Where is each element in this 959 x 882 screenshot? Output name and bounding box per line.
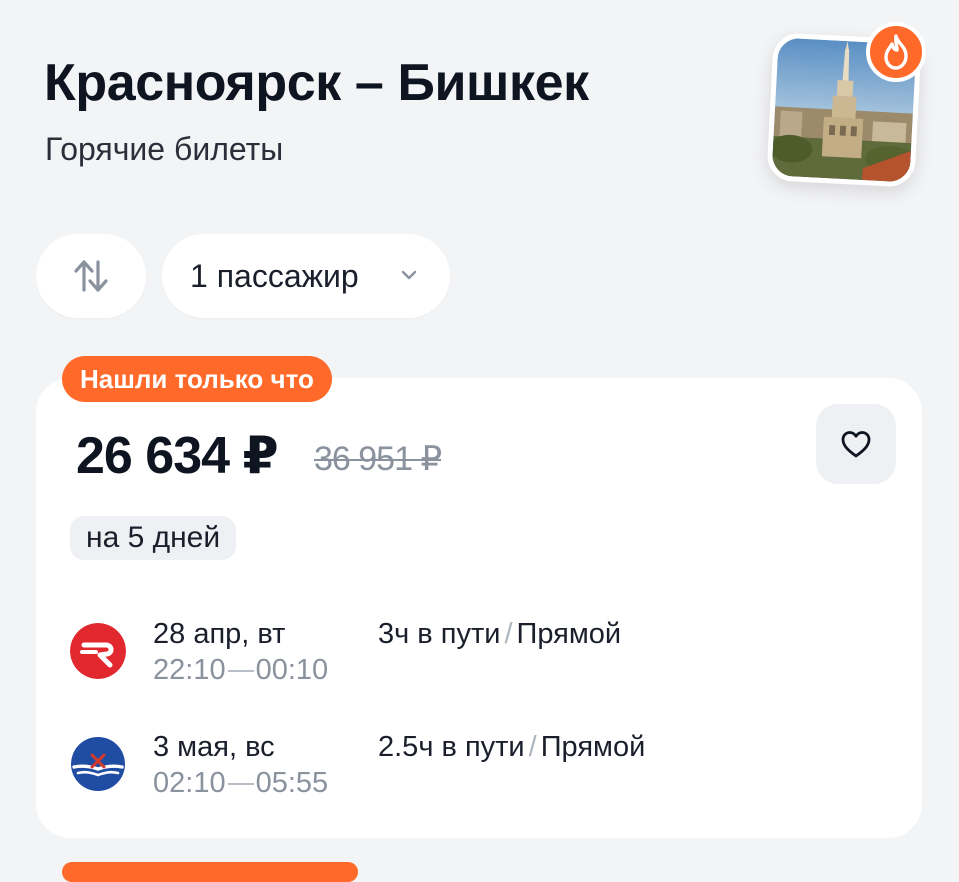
segment-date: 3 мая, вс (153, 731, 275, 763)
page-title: Красноярск – Бишкек (44, 54, 589, 112)
travel-time: 2.5ч в пути (378, 731, 525, 763)
passenger-select-label: 1 пассажир (190, 257, 359, 294)
ticket-price: 26 634 ₽ (76, 427, 279, 485)
trip-duration-chip: на 5 дней (70, 516, 237, 560)
time-dash (227, 783, 254, 786)
flight-segment: 3 мая, вс 02:10 05:55 2.5ч в пути / Прямой (70, 730, 890, 810)
aeroflot-logo (70, 736, 126, 792)
segment-times: 02:10 05:55 (153, 766, 328, 800)
departure-time: 22:10 (153, 654, 226, 686)
favorite-button[interactable] (816, 404, 896, 484)
arrival-time: 05:55 (255, 767, 329, 799)
page-subtitle: Горячие билеты (45, 131, 284, 167)
departure-time: 02:10 (153, 767, 226, 799)
time-dash (227, 670, 254, 673)
swap-direction-button[interactable] (36, 234, 146, 318)
travel-time: 3ч в пути (378, 618, 501, 650)
arrival-time: 00:10 (255, 654, 329, 686)
swap-arrows-icon (74, 260, 108, 292)
flame-icon (866, 22, 926, 82)
segment-info: 2.5ч в пути / Прямой (378, 730, 645, 764)
info-separator: / (528, 731, 537, 763)
flight-type: Прямой (540, 731, 646, 763)
chevron-down-icon (401, 270, 417, 280)
old-price: 36 951 ₽ (314, 440, 442, 478)
flight-type: Прямой (516, 618, 622, 650)
info-separator: / (504, 618, 513, 650)
next-offer-badge (62, 862, 358, 882)
red-wings-logo (70, 623, 126, 679)
segment-date: 28 апр, вт (153, 618, 286, 650)
flight-segment: 28 апр, вт 22:10 00:10 3ч в пути / Прямой (70, 617, 890, 697)
segment-info: 3ч в пути / Прямой (378, 617, 621, 651)
heart-icon (841, 431, 871, 458)
found-just-now-badge: Нашли только что (62, 356, 332, 402)
segment-times: 22:10 00:10 (153, 653, 328, 687)
passenger-select[interactable]: 1 пассажир (162, 234, 450, 318)
